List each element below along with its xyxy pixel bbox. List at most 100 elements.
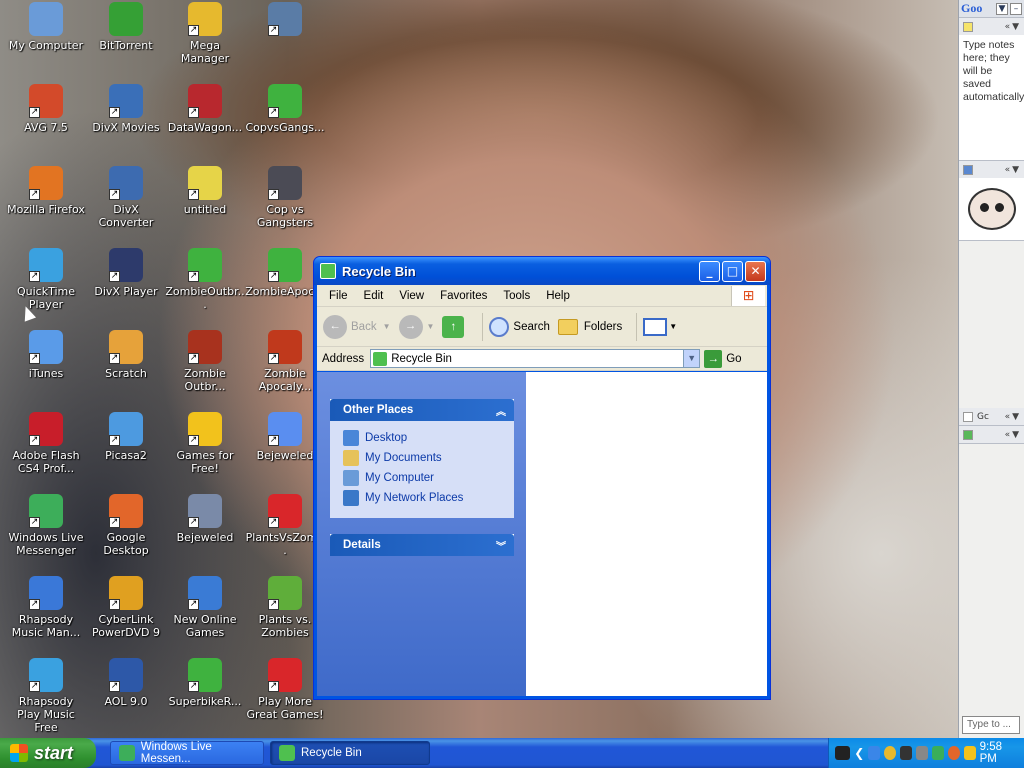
recycle-bin-window[interactable]: Recycle Bin _ □ ✕ File Edit View Favorit…	[313, 256, 771, 700]
other-places-link[interactable]: Desktop	[343, 428, 514, 448]
desktop-icon[interactable]: ↗ Zombie Outbr...	[165, 330, 245, 393]
gadget-controls[interactable]: «▼	[1005, 412, 1021, 422]
file-list-pane[interactable]	[526, 372, 767, 696]
google-desktop-tray-icon[interactable]	[947, 746, 960, 760]
tray-expand-icon[interactable]: ❮	[854, 746, 864, 760]
app-icon: ↗	[109, 248, 143, 282]
desktop-icon[interactable]: ↗ Google Desktop	[86, 494, 166, 557]
desktop-icon[interactable]: ↗ Scratch	[86, 330, 166, 380]
desktop-icon[interactable]: BitTorrent	[86, 2, 166, 52]
desktop-icon[interactable]: ↗ Picasa2	[86, 412, 166, 462]
app-icon	[109, 2, 143, 36]
taskbar: start Windows Live Messen... Recycle Bin…	[0, 738, 1024, 768]
messenger-tray-icon[interactable]	[931, 746, 944, 760]
gadget-collapsed-2: «▼	[959, 426, 1024, 444]
forward-button[interactable]: → ▼	[398, 314, 435, 339]
app-icon: ↗	[109, 330, 143, 364]
other-places-link[interactable]: My Documents	[343, 448, 514, 468]
desktop-icon[interactable]: My Computer	[6, 2, 86, 52]
desktop-icon[interactable]: ↗ AVG 7.5	[6, 84, 86, 134]
taskbar-item-recycle-bin[interactable]: Recycle Bin	[270, 741, 430, 765]
desktop-icon[interactable]: ↗ QuickTime Player	[6, 248, 86, 311]
desktop-icon[interactable]: ↗ New Online Games	[165, 576, 245, 639]
address-input[interactable]: Recycle Bin ▼	[370, 349, 701, 368]
shortcut-arrow-icon: ↗	[268, 107, 279, 118]
other-places-link[interactable]: My Network Places	[343, 488, 514, 508]
address-dropdown-button[interactable]: ▼	[683, 350, 700, 367]
taskbar-item-messenger[interactable]: Windows Live Messen...	[110, 741, 264, 765]
go-button[interactable]: → Go	[704, 349, 742, 368]
maximize-button[interactable]: □	[722, 260, 743, 282]
menu-help[interactable]: Help	[538, 290, 578, 302]
sidebar-menu-button[interactable]: ▼	[996, 2, 1008, 15]
desktop-icon[interactable]: ↗ DivX Movies	[86, 84, 166, 134]
desktop-icon[interactable]: ↗ DivX Player	[86, 248, 166, 298]
gadget-controls[interactable]: «▼	[1005, 165, 1021, 175]
folders-button[interactable]: Folders	[557, 318, 623, 335]
start-button[interactable]: start	[0, 738, 96, 768]
expand-chevron-icon[interactable]: ︾	[496, 538, 506, 553]
menu-edit[interactable]: Edit	[356, 290, 392, 302]
tray-app-icon[interactable]	[916, 746, 928, 760]
desktop-icon[interactable]: ↗ Games for Free!	[165, 412, 245, 475]
desktop-icon[interactable]: ↗	[245, 2, 325, 39]
forward-dropdown-icon[interactable]: ▼	[427, 322, 435, 331]
menu-file[interactable]: File	[321, 290, 356, 302]
back-dropdown-icon[interactable]: ▼	[383, 322, 391, 331]
desktop-icon-label: QuickTime Player	[16, 285, 76, 311]
menu-tools[interactable]: Tools	[495, 290, 538, 302]
notes-icon	[963, 21, 973, 32]
other-places-header[interactable]: Other Places ︽	[330, 399, 514, 421]
address-bar: Address Recycle Bin ▼ → Go	[317, 347, 767, 371]
up-folder-button[interactable]: ↑	[442, 315, 468, 338]
desktop-icon[interactable]: ↗ Cop vs Gangsters	[245, 166, 325, 229]
sidebar-minimize-button[interactable]: –	[1010, 2, 1022, 15]
mega-manager-tray-icon[interactable]	[884, 746, 897, 760]
desktop-icon[interactable]: ↗ AOL 9.0	[86, 658, 166, 708]
desktop-icon[interactable]: ↗ Windows Live Messenger	[6, 494, 86, 557]
keyboard-icon[interactable]	[835, 746, 851, 760]
desktop-icon[interactable]: ↗ Bejeweled	[165, 494, 245, 544]
minimize-button[interactable]: _	[699, 260, 720, 282]
desktop-icon[interactable]: ↗ CyberLink PowerDVD 9	[86, 576, 166, 639]
desktop-icon[interactable]: ↗ DataWagon...	[165, 84, 245, 134]
desktop-icon[interactable]: ↗ SuperbikeR...	[165, 658, 245, 708]
desktop-icon[interactable]: ↗ CopvsGangs...	[245, 84, 325, 134]
views-dropdown-icon[interactable]: ▼	[669, 322, 677, 331]
views-button[interactable]: ▼	[643, 317, 677, 336]
desktop-icon[interactable]: ↗ iTunes	[6, 330, 86, 380]
desktop-icon[interactable]: ↗ untitled	[165, 166, 245, 216]
search-button[interactable]: Search	[489, 316, 550, 337]
desktop-icon-label: Adobe Flash CS4 Prof...	[12, 449, 80, 475]
photo-thumbnail[interactable]	[959, 178, 1024, 240]
close-button[interactable]: ✕	[745, 260, 766, 282]
desktop-icon[interactable]: ↗ Rhapsody Music Man...	[6, 576, 86, 639]
notes-textarea[interactable]: Type notes here; they will be saved auto…	[959, 35, 1024, 160]
desktop-icon-label: Cop vs Gangsters	[256, 203, 314, 229]
details-header[interactable]: Details ︾	[330, 534, 514, 556]
desktop-icon-label: Windows Live Messenger	[8, 531, 84, 557]
other-places-link[interactable]: My Computer	[343, 468, 514, 488]
sidebar-search-input[interactable]: Type to ...	[962, 716, 1020, 734]
folders-label: Folders	[583, 320, 623, 333]
recycle-bin-icon	[279, 745, 295, 761]
gadget-controls[interactable]: «▼	[1005, 22, 1021, 32]
monitor-icon[interactable]	[900, 746, 913, 760]
desktop-icon[interactable]: ↗ ZombieOutbr...	[165, 248, 245, 311]
system-tray: ❮ 9:58 PM	[828, 738, 1024, 768]
window-titlebar[interactable]: Recycle Bin _ □ ✕	[314, 257, 770, 285]
desktop-icon[interactable]: ↗ Mozilla Firefox	[6, 166, 86, 216]
task-label: Recycle Bin	[301, 747, 362, 759]
menu-favorites[interactable]: Favorites	[432, 290, 495, 302]
collapse-chevron-icon[interactable]: ︽	[496, 403, 506, 418]
desktop-icon[interactable]: ↗ Rhapsody Play Music Free	[6, 658, 86, 734]
desktop-icon[interactable]: ↗ DivX Converter	[86, 166, 166, 229]
network-icon[interactable]	[868, 746, 881, 760]
volume-icon[interactable]	[963, 746, 976, 760]
back-button[interactable]: ← Back ▼	[323, 314, 391, 339]
menu-view[interactable]: View	[391, 290, 432, 302]
desktop-icon[interactable]: ↗ Adobe Flash CS4 Prof...	[6, 412, 86, 475]
desktop-icon[interactable]: ↗ Mega Manager	[165, 2, 245, 65]
app-icon: ↗	[268, 2, 302, 36]
gadget-controls[interactable]: «▼	[1005, 430, 1021, 440]
